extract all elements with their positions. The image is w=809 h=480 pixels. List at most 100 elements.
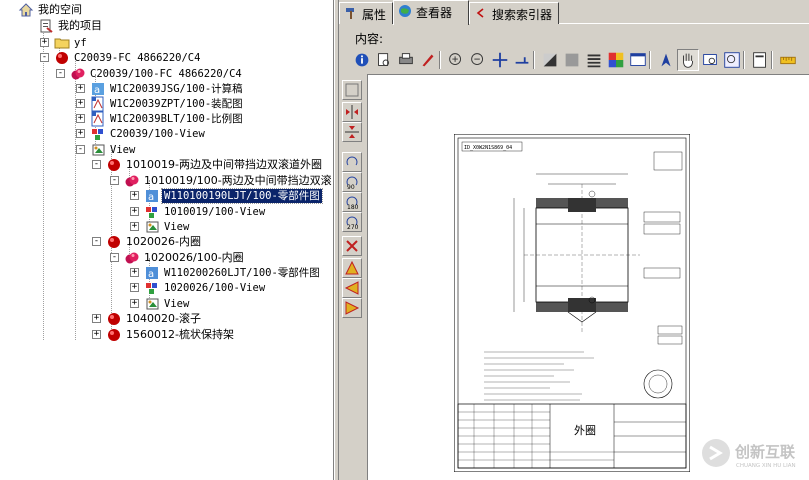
tree-item[interactable]: + yf [0,35,333,51]
page-icon [753,52,766,68]
drawing-stamp: ID_X0W2N1S869_04 [464,145,512,151]
hand-button[interactable] [677,49,699,71]
printer-button[interactable] [395,49,417,71]
tree-item[interactable]: +1020026/100-View [0,280,333,296]
svg-text:a: a [94,85,100,96]
expand-toggle[interactable]: + [92,330,101,339]
triangle-left-icon [344,281,359,295]
rotate-270-button[interactable]: 270 [342,212,362,232]
drawing-viewer[interactable]: ID_X0W2N1S869_04 外圈 创新互联 CHUANG XIN HU L… [367,74,809,480]
rotate-90-button[interactable]: 90 [342,172,362,192]
rotate-180-button[interactable]: 180 [342,192,362,212]
print-preview-button[interactable] [373,49,395,71]
tree-item-label: 1040020-滚子 [126,312,201,325]
svg-text:a: a [148,192,154,203]
collapse-toggle[interactable]: - [110,176,119,185]
tab-viewer-label: 查看器 [416,6,453,20]
tree-item-label: 1560012-梳状保持架 [126,328,234,341]
tree-item[interactable]: + a W110200260LJT/100-零部件图 [0,265,333,281]
brand-watermark: 创新互联 CHUANG XIN HU LIAN [702,439,796,469]
collapse-toggle[interactable]: - [92,160,101,169]
layers-button[interactable] [583,49,605,71]
triangle-right-button[interactable] [342,298,362,318]
tree-item[interactable]: 我的项目 [0,18,333,34]
toolbar-separator [439,51,441,69]
tree-item-label: 1020026/100-内圈 [144,251,244,264]
tree-item[interactable]: - 1020026-内圈 [0,234,333,250]
expand-toggle[interactable]: + [76,129,85,138]
rotate-0-button[interactable] [342,152,362,172]
tree-item[interactable]: + a W1C20039JSG/100-计算稿 [0,81,333,97]
collapse-toggle[interactable]: - [76,145,85,154]
tree-item-label: 1010019/100-两边及中间带挡边双滚 [144,174,332,187]
expand-toggle[interactable]: + [130,207,139,216]
tree-item[interactable]: - 1010019-两边及中间带挡边双滚道外圈 [0,157,333,173]
zoom-in-button[interactable] [445,49,467,71]
tree-item[interactable]: + W1C20039ZPT/100-装配图 [0,96,333,112]
magnifier-button[interactable] [721,49,743,71]
flip-vertical-button[interactable] [342,122,362,142]
tree-item[interactable]: - C20039-FC 4866220/C4 [0,50,333,66]
red-part-icon [56,52,68,64]
zoom-window-button[interactable] [699,49,721,71]
tree-item[interactable]: + a W110100190LJT/100-零部件图 [0,188,333,204]
triangle-left-button[interactable] [342,278,362,298]
move-button[interactable] [489,49,511,71]
tree-item-label: W1C20039BLT/100-比例图 [110,113,243,125]
expand-toggle[interactable]: + [40,38,49,47]
contrast-icon [543,53,557,67]
tree-item[interactable]: - View [0,142,333,158]
expand-toggle[interactable]: + [130,222,139,231]
expand-toggle[interactable]: + [76,114,85,123]
flip-horizontal-button[interactable] [342,102,362,122]
expand-toggle[interactable]: + [130,299,139,308]
triangle-up-button[interactable] [342,258,362,278]
expand-toggle[interactable]: + [92,314,101,323]
collapse-toggle[interactable]: - [92,237,101,246]
tree-item[interactable]: + C20039/100-View [0,126,333,142]
pen-button[interactable] [417,49,439,71]
tab-strip: 属性 查看器 搜索索引器 [339,0,809,25]
expand-toggle[interactable]: + [76,99,85,108]
part-drawing-icon: a [146,267,158,280]
tree-item[interactable]: + W1C20039BLT/100-比例图 [0,111,333,127]
zoom-out-button[interactable] [467,49,489,71]
contrast-button[interactable] [539,49,561,71]
color-button[interactable] [605,49,627,71]
project-tree[interactable]: 我的空间 我的项目 + yf - C20039-FC 4866220/C4- C20039/… [0,0,334,480]
tree-item[interactable]: +1010019/100-View [0,204,333,220]
collapse-toggle[interactable]: - [56,69,65,78]
tab-properties[interactable]: 属性 [339,2,393,24]
rotation-label: 180 [347,204,359,211]
tab-search-indexer[interactable]: 搜索索引器 [469,2,559,24]
no-mirror-button[interactable] [342,236,362,256]
measure-button[interactable] [511,49,533,71]
title-block-name: 外圈 [574,424,596,437]
expand-toggle[interactable]: + [76,84,85,93]
tab-viewer[interactable]: 查看器 [393,0,469,25]
expand-toggle[interactable]: + [130,268,139,277]
zoom-in-icon [449,53,461,65]
tree-item-label: View [164,298,190,310]
tree-item[interactable]: +1560012-梳状保持架 [0,327,333,343]
page-button[interactable] [749,49,771,71]
collapse-toggle[interactable]: - [40,53,49,62]
ruler-icon [780,56,796,65]
pointer-button[interactable] [655,49,677,71]
expand-toggle[interactable]: + [130,283,139,292]
tree-item[interactable]: 我的空间 [0,2,333,18]
tree-item[interactable]: + View [0,296,333,312]
tree-item[interactable]: + View [0,219,333,235]
tree-item[interactable]: - 1020026/100-内圈 [0,250,333,266]
fit-button[interactable] [342,80,362,100]
folder-icon [54,38,70,49]
tree-item[interactable]: - C20039/100-FC 4866220/C4 [0,66,333,82]
tree-item[interactable]: +1040020-滚子 [0,311,333,327]
collapse-toggle[interactable]: - [110,253,119,262]
info-button[interactable] [351,49,373,71]
gray-button[interactable] [561,49,583,71]
window-button[interactable] [627,49,649,71]
expand-toggle[interactable]: + [130,191,139,200]
tree-item[interactable]: - 1010019/100-两边及中间带挡边双滚 [0,173,333,189]
ruler-button[interactable] [777,49,799,71]
